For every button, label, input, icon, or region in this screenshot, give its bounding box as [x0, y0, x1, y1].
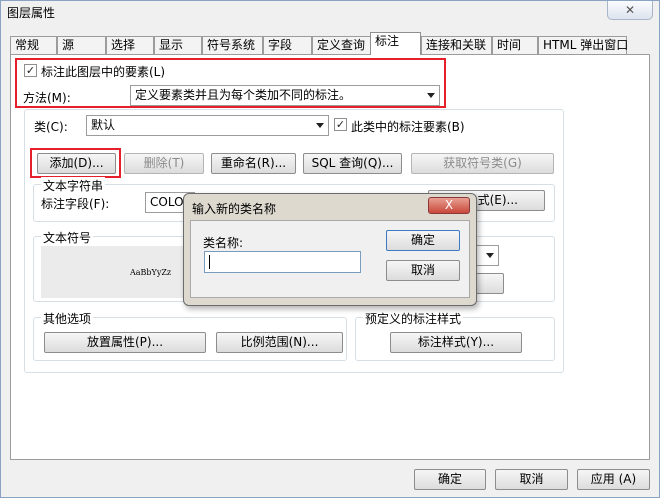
class-name-label: 类名称: [203, 236, 244, 250]
tab-symbology[interactable]: 符号系统 [202, 36, 263, 54]
label-features-checkbox[interactable]: ✓ [24, 64, 37, 77]
label-styles-button[interactable]: 标注样式(Y)... [390, 332, 522, 353]
label-features-label: 标注此图层中的要素(L) [41, 65, 166, 79]
tab-general[interactable]: 常规 [10, 36, 57, 54]
tab-definition-query[interactable]: 定义查询 [312, 36, 371, 54]
close-icon: ✕ [624, 3, 636, 17]
method-value: 定义要素类并且为每个类加不同的标注。 [135, 88, 352, 102]
dialog-body: 类名称: 确定 取消 [190, 220, 470, 298]
tab-joins-relates[interactable]: 连接和关联 [421, 36, 492, 54]
rename-class-button[interactable]: 重命名(R)... [211, 153, 296, 174]
class-name-input[interactable] [204, 251, 361, 273]
label-field-label: 标注字段(F): [41, 197, 110, 211]
label-class-features-checkbox[interactable]: ✓ [334, 118, 347, 131]
cancel-button[interactable]: 取消 [495, 469, 568, 490]
tab-time[interactable]: 时间 [492, 36, 538, 54]
dialog-ok-button[interactable]: 确定 [386, 230, 460, 251]
chevron-down-icon [486, 253, 494, 258]
text-symbol-title: 文本符号 [41, 229, 94, 246]
apply-button[interactable]: 应用 (A) [577, 469, 650, 490]
predefined-styles-title: 预定义的标注样式 [363, 310, 464, 327]
symbol-preview-text: AaBbYyZz [130, 268, 172, 277]
sql-query-button[interactable]: SQL 查询(Q)... [303, 153, 402, 174]
text-string-title: 文本字符串 [41, 177, 106, 194]
chevron-down-icon [316, 123, 324, 128]
class-label: 类(C): [34, 120, 68, 134]
class-dropdown[interactable]: 默认 [86, 115, 329, 136]
tab-html-popup[interactable]: HTML 弹出窗口 [538, 36, 628, 54]
text-caret [209, 255, 210, 269]
dialog-title: 输入新的类名称 [192, 202, 277, 216]
dialog-close-button[interactable]: X [428, 197, 470, 214]
tab-fields[interactable]: 字段 [263, 36, 312, 54]
other-options-title: 其他选项 [41, 310, 94, 327]
tab-display[interactable]: 显示 [154, 36, 202, 54]
tab-selection[interactable]: 选择 [106, 36, 154, 54]
get-symbol-classes-button[interactable]: 获取符号类(G) [411, 153, 554, 174]
tab-source[interactable]: 源 [57, 36, 106, 54]
chevron-down-icon [427, 93, 435, 98]
symbol-preview-box[interactable]: AaBbYyZz [41, 246, 191, 298]
title-bar: 图层属性 ✕ [1, 1, 659, 23]
method-dropdown[interactable]: 定义要素类并且为每个类加不同的标注。 [130, 85, 440, 106]
new-class-name-dialog: 输入新的类名称 X 类名称: 确定 取消 [183, 193, 477, 306]
close-window-button[interactable]: ✕ [607, 1, 653, 20]
tab-labels[interactable]: 标注 [370, 32, 421, 55]
class-value: 默认 [91, 118, 116, 132]
ok-button[interactable]: 确定 [414, 469, 486, 490]
dialog-cancel-button[interactable]: 取消 [386, 260, 460, 281]
placement-properties-button[interactable]: 放置属性(P)... [44, 332, 206, 353]
window-title: 图层属性 [7, 6, 56, 20]
delete-class-button[interactable]: 删除(T) [124, 153, 204, 174]
label-class-features-label: 此类中的标注要素(B) [351, 120, 465, 134]
method-label: 方法(M): [23, 91, 71, 105]
scale-range-button[interactable]: 比例范围(N)... [216, 332, 343, 353]
add-class-button[interactable]: 添加(D)... [37, 153, 116, 174]
close-icon: X [444, 198, 454, 212]
